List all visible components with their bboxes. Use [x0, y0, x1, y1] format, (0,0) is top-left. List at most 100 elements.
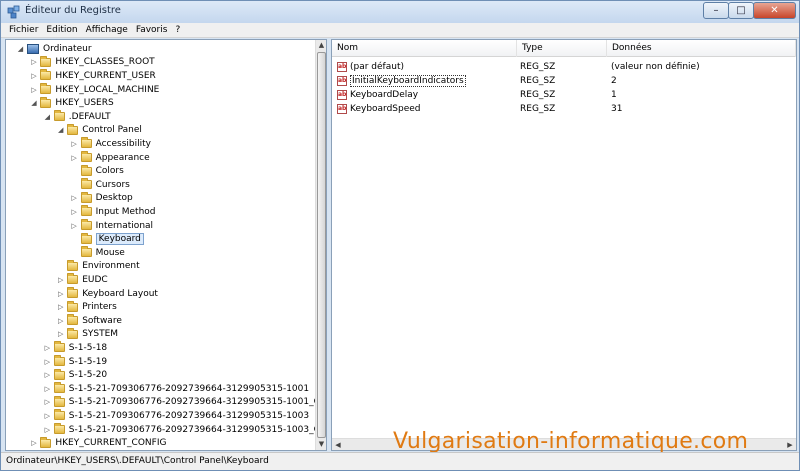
minimize-icon: – — [713, 5, 719, 16]
column-header-type[interactable]: Type — [517, 40, 607, 57]
scroll-down-arrow-icon[interactable]: ▼ — [316, 439, 326, 450]
tree-node[interactable]: ▷ Appearance — [70, 151, 150, 165]
expand-arrow-icon[interactable]: ▷ — [43, 358, 52, 366]
tree-node[interactable]: ▷ Accessibility — [70, 137, 151, 151]
tree-node[interactable]: ◢ Ordinateur — [16, 42, 92, 56]
tree-scroll-thumb[interactable] — [317, 52, 326, 438]
expand-arrow-icon[interactable]: ▷ — [43, 344, 52, 352]
close-button[interactable]: ✕ — [753, 2, 796, 19]
tree-node[interactable]: ▷ S-1-5-21-709306776-2092739664-312990531… — [43, 409, 309, 423]
tree-node[interactable]: ▷ S-1-5-20 — [43, 368, 107, 382]
tree-node-label: Printers — [82, 302, 117, 313]
tree-node-label: Desktop — [95, 193, 133, 204]
tree-node[interactable]: ◢ Control Panel — [56, 123, 142, 138]
registry-tree-pane[interactable]: ◢ Ordinateur ▷ HKEY_CLASSES_ROOT ▷ HKEY_CURRE… — [5, 39, 327, 451]
expand-arrow-icon[interactable]: ▷ — [70, 194, 79, 202]
folder-icon — [53, 368, 65, 380]
menu-favoris[interactable]: Favoris — [132, 25, 172, 35]
tree-node[interactable]: ▷ Input Method — [70, 205, 156, 219]
collapse-arrow-icon[interactable]: ◢ — [56, 126, 65, 134]
expand-arrow-icon[interactable]: ▷ — [70, 208, 79, 216]
tree-node[interactable]: ▷ EUDC — [56, 273, 108, 287]
tree-node[interactable]: ▷ S-1-5-18 — [43, 341, 107, 355]
folder-icon — [80, 205, 92, 217]
expand-arrow-icon[interactable]: ▷ — [43, 398, 52, 406]
expand-arrow-icon[interactable]: ▷ — [56, 276, 65, 284]
expand-arrow-icon[interactable]: ▷ — [43, 412, 52, 420]
status-path: Ordinateur\HKEY_USERS\.DEFAULT\Control P… — [6, 456, 269, 466]
collapse-arrow-icon[interactable]: ◢ — [16, 45, 25, 53]
string-value-icon: ab — [337, 90, 347, 100]
menu-help[interactable]: ? — [171, 25, 184, 35]
registry-value-row[interactable]: ab InitialKeyboardIndicators REG_SZ 2 — [332, 74, 796, 88]
expand-arrow-icon[interactable]: ▷ — [70, 222, 79, 230]
tree-node[interactable]: Mouse — [70, 246, 125, 260]
expand-arrow-icon[interactable]: ▷ — [43, 371, 52, 379]
tree-node[interactable]: ▷ S-1-5-21-709306776-2092739664-312990531… — [43, 395, 315, 410]
scroll-left-arrow-icon[interactable]: ◀ — [332, 439, 344, 450]
expand-arrow-icon[interactable]: ▷ — [56, 330, 65, 338]
tree-node[interactable]: ▷ Keyboard Layout — [56, 287, 158, 301]
menu-fichier[interactable]: Fichier — [5, 25, 42, 35]
maximize-button[interactable]: □ — [728, 2, 754, 19]
tree-node-label: Environment — [82, 261, 140, 272]
collapse-arrow-icon[interactable]: ◢ — [43, 113, 52, 121]
values-list-pane[interactable]: Nom Type Données ab (par défaut) REG_SZ (va… — [331, 39, 797, 451]
expand-arrow-icon[interactable]: ▷ — [29, 72, 38, 80]
expand-arrow-icon[interactable]: ▷ — [56, 317, 65, 325]
close-icon: ✕ — [770, 5, 779, 16]
tree-node-label: S-1-5-19 — [68, 356, 108, 367]
tree-vertical-scrollbar[interactable]: ▲ ▼ — [315, 40, 326, 450]
string-value-icon: ab — [337, 62, 347, 72]
folder-icon — [53, 409, 65, 421]
minimize-button[interactable]: – — [703, 2, 729, 19]
tree-node[interactable]: ▷ HKEY_CURRENT_CONFIG — [29, 436, 166, 450]
tree-node[interactable]: ◢ HKEY_USERS — [29, 96, 114, 110]
tree-node[interactable]: ▷ S-1-5-19 — [43, 355, 107, 369]
tree-node[interactable]: ▷ Printers — [56, 300, 117, 314]
value-type: REG_SZ — [520, 90, 556, 100]
tree-node[interactable]: ▷ Desktop — [70, 191, 133, 206]
tree-node-label: EUDC — [82, 274, 108, 285]
tree-node[interactable]: ▷ S-1-5-21-709306776-2092739664-312990531… — [43, 382, 309, 396]
menu-affichage[interactable]: Affichage — [82, 25, 132, 35]
value-name: InitialKeyboardIndicators — [350, 75, 466, 87]
tree-node[interactable]: ▷ SYSTEM — [56, 327, 118, 342]
tree-node-label: S-1-5-18 — [68, 342, 108, 353]
tree-node[interactable]: ▷ S-1-5-21-709306776-2092739664-312990531… — [43, 423, 315, 437]
tree-node[interactable]: ▷ HKEY_CURRENT_USER — [29, 69, 156, 83]
values-list-header: Nom Type Données — [332, 40, 796, 57]
tree-node[interactable]: ◢ .DEFAULT — [43, 110, 111, 124]
tree-node[interactable]: ▷ HKEY_LOCAL_MACHINE — [29, 83, 159, 97]
menu-edition[interactable]: Edition — [42, 25, 81, 35]
expand-arrow-icon[interactable]: ▷ — [29, 439, 38, 447]
value-name: KeyboardDelay — [350, 90, 419, 100]
column-header-donnees[interactable]: Données — [607, 40, 796, 57]
tree-node[interactable]: Cursors — [70, 178, 130, 192]
scroll-up-arrow-icon[interactable]: ▲ — [316, 40, 326, 51]
tree-node[interactable]: ▷ Software — [56, 314, 122, 328]
expand-arrow-icon[interactable]: ▷ — [43, 385, 52, 393]
expand-arrow-icon[interactable]: ▷ — [29, 86, 38, 94]
expand-arrow-icon[interactable]: ▷ — [56, 290, 65, 298]
tree-node[interactable]: Colors — [70, 164, 124, 178]
expand-arrow-icon[interactable]: ▷ — [29, 58, 38, 66]
title-bar[interactable]: Éditeur du Registre – □ ✕ — [1, 1, 799, 23]
tree-node[interactable]: Keyboard — [70, 232, 144, 246]
registry-value-row[interactable]: ab KeyboardSpeed REG_SZ 31 — [332, 102, 796, 116]
column-header-nom[interactable]: Nom — [332, 40, 517, 57]
expand-arrow-icon[interactable]: ▷ — [56, 303, 65, 311]
folder-icon — [80, 246, 92, 258]
tree-node[interactable]: ▷ International — [70, 219, 153, 233]
folder-icon — [80, 191, 92, 203]
expand-arrow-icon[interactable]: ▷ — [70, 154, 79, 162]
tree-node[interactable]: Environment — [56, 259, 140, 274]
value-data: 31 — [611, 104, 623, 114]
collapse-arrow-icon[interactable]: ◢ — [29, 99, 38, 107]
registry-value-row[interactable]: ab KeyboardDelay REG_SZ 1 — [332, 88, 796, 102]
tree-node[interactable]: ▷ HKEY_CLASSES_ROOT — [29, 55, 155, 70]
expand-arrow-icon[interactable]: ▷ — [70, 140, 79, 148]
expand-arrow-icon[interactable]: ▷ — [43, 426, 52, 434]
scroll-right-arrow-icon[interactable]: ▶ — [784, 439, 796, 450]
registry-value-row[interactable]: ab (par défaut) REG_SZ (valeur non définie) — [332, 60, 796, 74]
